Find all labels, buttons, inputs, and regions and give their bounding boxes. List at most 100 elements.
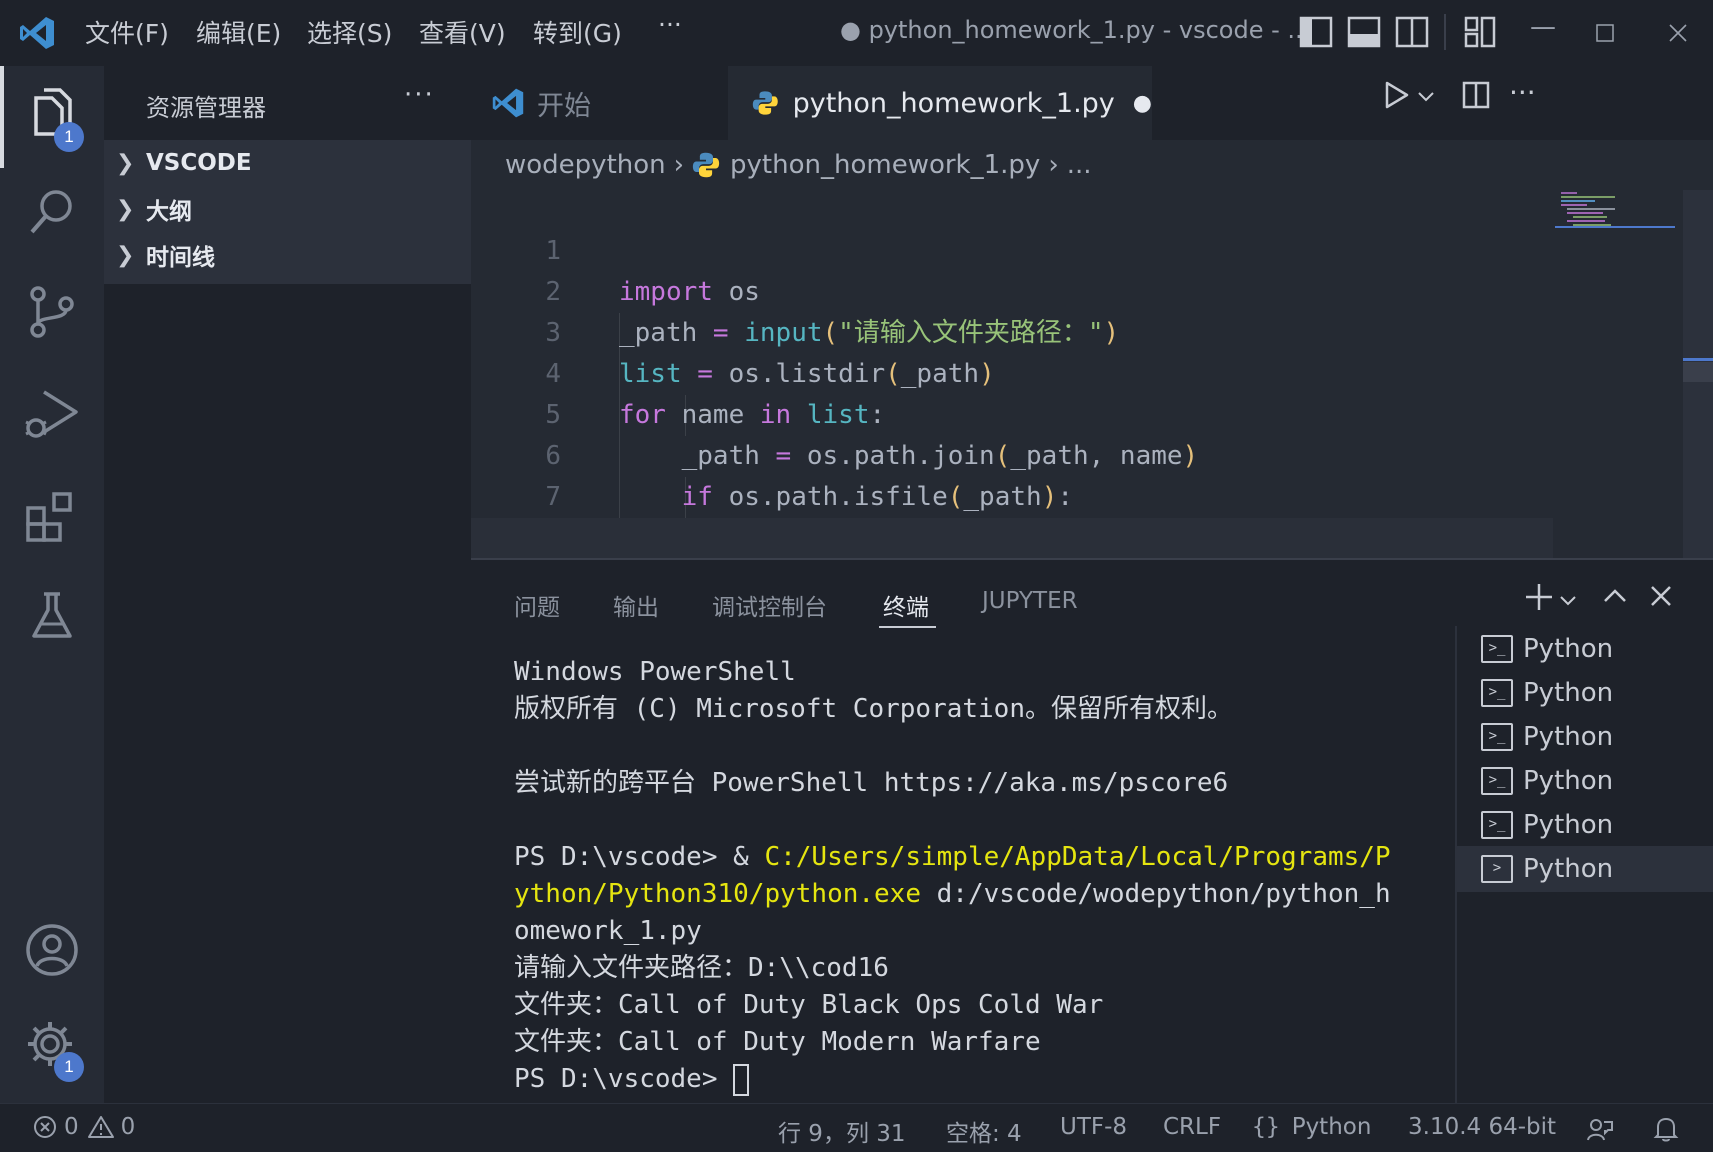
active-indicator (0, 66, 4, 168)
section-label: 大纲 (146, 199, 192, 225)
testing-button[interactable] (22, 586, 82, 646)
close-icon[interactable] (1668, 23, 1688, 43)
terminal-name: Python (1523, 810, 1614, 840)
explorer-badge: 1 (54, 122, 84, 152)
cursor-position[interactable]: 行 9，列 31 (778, 1114, 906, 1148)
python-interpreter[interactable]: 3.10.4 64-bit (1408, 1114, 1556, 1140)
explorer-title: 资源管理器 (146, 94, 266, 122)
tab-debug-console[interactable]: 调试控制台 (712, 588, 827, 622)
unsaved-dot-icon[interactable]: ● (1133, 91, 1152, 116)
section-vscode[interactable]: ❯ VSCODE (116, 140, 252, 186)
close-panel-icon[interactable] (1649, 584, 1673, 608)
tab-label: python_homework_1.py (792, 87, 1115, 119)
menu-file[interactable]: 文件(F) (85, 14, 169, 50)
run-file-icon[interactable] (1381, 80, 1411, 110)
toggle-primary-sidebar-icon[interactable] (1298, 14, 1334, 50)
account-icon (26, 924, 78, 976)
breadcrumb-folder[interactable]: wodepython (505, 150, 666, 180)
flask-icon (32, 592, 72, 638)
breadcrumb-symbol[interactable]: ... (1067, 150, 1092, 180)
terminal-instance[interactable]: >_ Python (1457, 802, 1713, 848)
terminal-icon: >_ (1481, 635, 1513, 663)
code-line: 8 elif os.path.isdir(_path): (471, 477, 1713, 594)
terminal-line: 文件夹：Call of Duty Black Ops Cold War (514, 990, 1104, 1020)
code-line: 3 list = os.listdir(_path) (471, 272, 1713, 389)
bell-icon[interactable] (1652, 1115, 1680, 1143)
tab-jupyter[interactable]: JUPYTER (982, 588, 1078, 614)
maximize-panel-chevron-up-icon[interactable] (1601, 582, 1629, 610)
scrollbar-cursor-marker (1683, 358, 1713, 361)
code-line: 4 for name in list: (471, 313, 1713, 430)
run-debug-button[interactable] (22, 384, 82, 444)
code-editor[interactable]: 1 import os 2 _path = input("请输入文件夹路径：")… (471, 190, 1713, 635)
terminal-icon: > (1481, 855, 1513, 883)
terminal-instance-active[interactable]: > Python (1457, 846, 1713, 892)
menu-more[interactable]: ··· (658, 10, 682, 39)
editor-scrollbar[interactable] (1683, 190, 1713, 558)
terminal-output[interactable]: Windows PowerShell 版权所有 (C) Microsoft Cor… (514, 654, 1394, 1098)
section-outline[interactable]: ❯ 大纲 (116, 186, 192, 232)
encoding[interactable]: UTF-8 (1060, 1114, 1127, 1140)
tab-python-homework[interactable]: python_homework_1.py ● (728, 66, 1152, 140)
script-path: d:/vscode/wodepython/python_h (921, 879, 1391, 909)
toggle-panel-icon[interactable] (1346, 14, 1382, 50)
new-terminal-plus-icon[interactable] (1524, 582, 1554, 612)
editor-more-actions-icon[interactable]: ··· (1509, 76, 1536, 109)
end-of-line[interactable]: CRLF (1163, 1114, 1221, 1140)
breadcrumb-file[interactable]: python_homework_1.py (730, 150, 1040, 180)
scrollbar-thumb[interactable] (1683, 362, 1713, 382)
tab-problems[interactable]: 问题 (514, 588, 560, 622)
menu-view[interactable]: 查看(V) (419, 14, 506, 50)
menu-selection[interactable]: 选择(S) (307, 14, 392, 50)
customize-layout-icon[interactable] (1462, 14, 1498, 50)
menu-edit[interactable]: 编辑(E) (196, 14, 281, 50)
terminal-name: Python (1523, 854, 1614, 884)
code-line: 7 print("文件：%s" % name) (471, 436, 1713, 553)
window-title: ● python_homework_1.py - vscode - ... (840, 16, 1311, 44)
terminal-prompt-line: PS D:\vscode> (514, 1061, 1394, 1098)
minimize-icon[interactable]: — (1530, 12, 1556, 42)
explorer-button[interactable]: 1 (22, 84, 84, 152)
braces-icon: {} (1252, 1114, 1280, 1140)
activity-bar: 1 1 (0, 66, 104, 1103)
code-line: 6 if os.path.isfile(_path): (471, 395, 1713, 512)
vscode-logo-icon (20, 17, 54, 49)
tab-welcome[interactable]: 开始 (471, 66, 728, 140)
terminal-instance[interactable]: >_ Python (1457, 758, 1713, 804)
extensions-button[interactable] (22, 486, 82, 546)
toggle-secondary-sidebar-icon[interactable] (1394, 14, 1430, 50)
error-count: 0 (64, 1114, 79, 1140)
warning-icon (87, 1116, 114, 1138)
terminal-instance[interactable]: >_ Python (1457, 626, 1713, 672)
indentation[interactable]: 空格: 4 (946, 1114, 1022, 1148)
code-line: 2 _path = input("请输入文件夹路径：") (471, 231, 1713, 348)
problems-status[interactable]: 0 0 (32, 1114, 135, 1140)
terminal-instance[interactable]: >_ Python (1457, 670, 1713, 716)
terminal-dropdown-chevron-icon[interactable] (1558, 590, 1578, 610)
source-control-button[interactable] (22, 282, 82, 342)
terminal-line: 版权所有 (C) Microsoft Corporation。保留所有权利。 (514, 694, 1233, 724)
minimap[interactable] (1555, 190, 1675, 230)
explorer-sections: ❯ VSCODE ❯ 大纲 ❯ 时间线 (104, 140, 471, 284)
python-exe-path: C:/Users/simple/AppData/Local/Programs/P (764, 842, 1391, 872)
terminal-instance[interactable]: >_ Python (1457, 714, 1713, 760)
bottom-panel: 问题 输出 调试控制台 终端 JUPYTER Windows PowerShel… (471, 558, 1713, 1105)
accounts-button[interactable] (22, 920, 82, 980)
split-editor-icon[interactable] (1461, 80, 1491, 110)
terminal-name: Python (1523, 634, 1614, 664)
section-timeline[interactable]: ❯ 时间线 (116, 232, 215, 278)
tab-output[interactable]: 输出 (613, 588, 659, 622)
tab-label: 开始 (537, 90, 591, 122)
language-mode[interactable]: {} Python (1252, 1114, 1371, 1140)
feedback-icon[interactable] (1586, 1116, 1614, 1144)
section-label: VSCODE (146, 150, 252, 176)
tab-terminal[interactable]: 终端 (883, 588, 929, 622)
search-button[interactable] (22, 182, 82, 242)
terminal-icon: >_ (1481, 679, 1513, 707)
manage-button[interactable]: 1 (22, 1014, 84, 1082)
explorer-more-button[interactable]: ··· (404, 80, 435, 110)
menu-go[interactable]: 转到(G) (533, 14, 622, 50)
maximize-icon[interactable] (1596, 24, 1614, 42)
run-dropdown-chevron-icon[interactable] (1416, 86, 1436, 106)
error-icon (34, 1116, 56, 1138)
